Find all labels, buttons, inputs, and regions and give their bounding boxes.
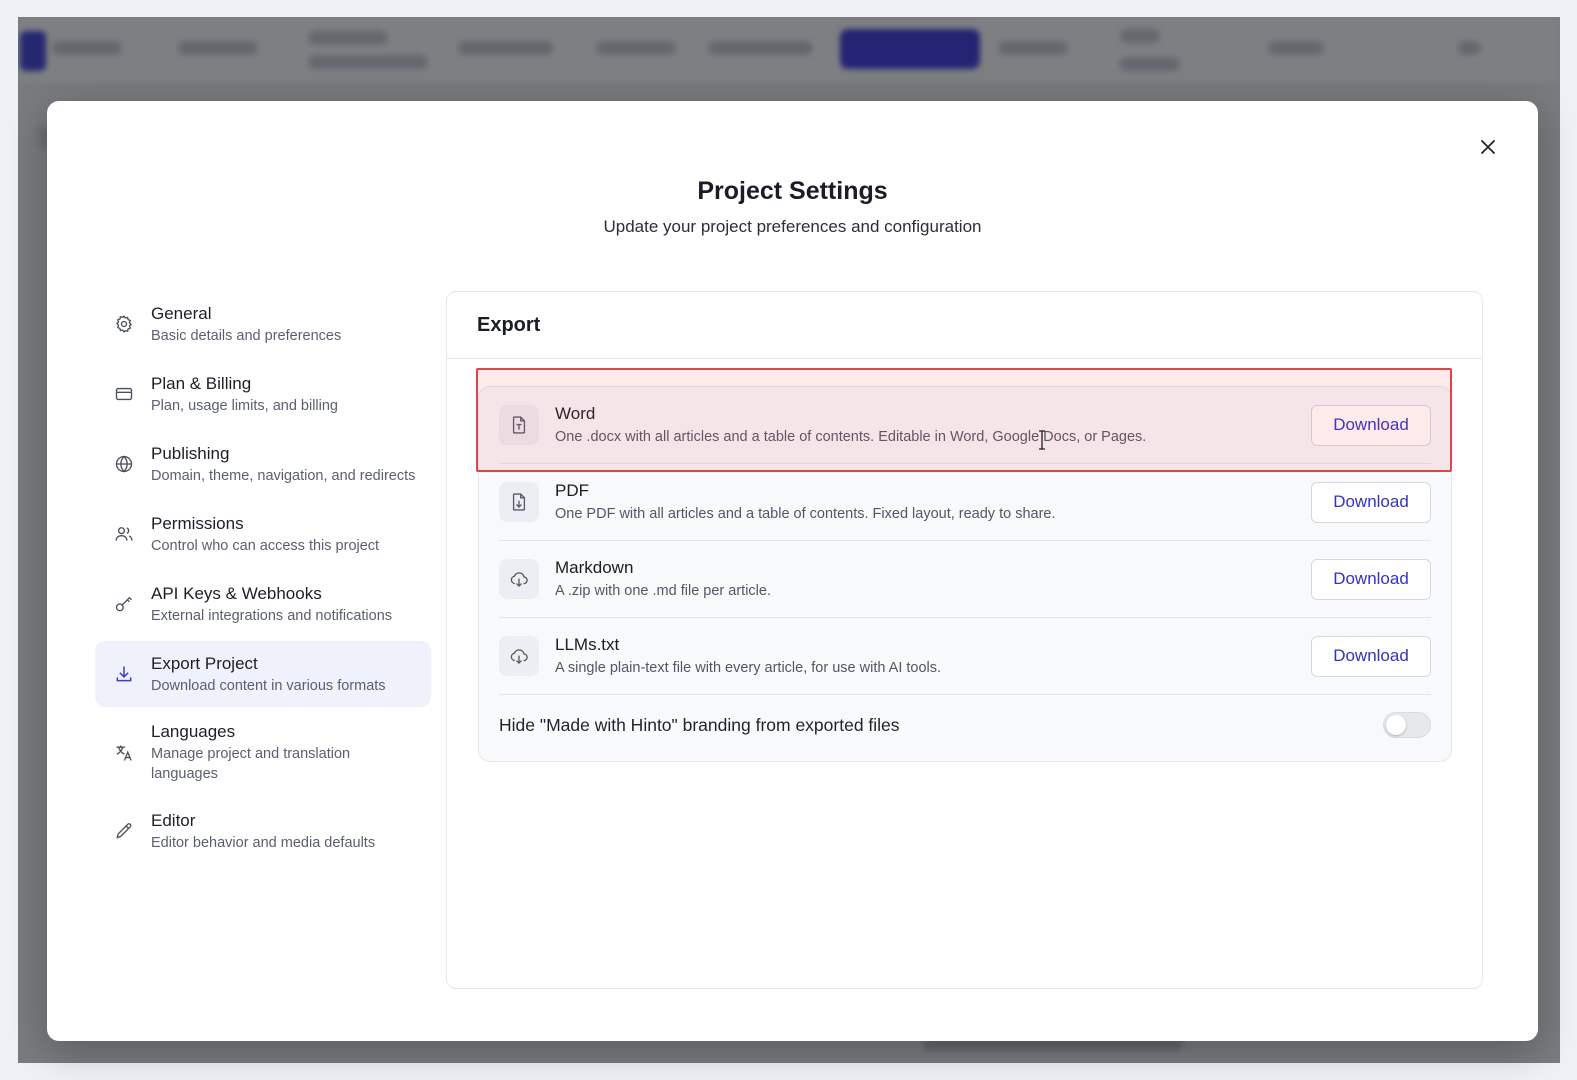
sidebar-item-label: Editor	[151, 810, 196, 830]
sidebar-item-export-project[interactable]: Export Project Download content in vario…	[95, 641, 431, 707]
sidebar-item-description: Basic details and preferences	[151, 327, 342, 344]
export-format-description: A single plain-text file with every arti…	[555, 660, 942, 676]
branding-toggle[interactable]	[1383, 712, 1431, 738]
download-markdown-button[interactable]: Download	[1311, 558, 1431, 600]
export-format-title: LLMs.txt	[555, 635, 620, 654]
sidebar-item-label: Languages	[151, 722, 236, 741]
sidebar-item-label: Publishing	[151, 443, 230, 463]
export-format-title: PDF	[555, 481, 589, 500]
sidebar-item-label: General	[151, 303, 212, 323]
translate-icon	[113, 742, 135, 764]
cloud-download-icon	[499, 636, 539, 676]
sidebar-item-permissions[interactable]: Permissions Control who can access this …	[95, 501, 431, 567]
export-panel: Export Word One .docx with all articles …	[446, 291, 1483, 989]
file-text-icon	[499, 405, 539, 445]
pen-icon	[113, 820, 135, 842]
toggle-knob	[1386, 715, 1406, 735]
sidebar-item-editor[interactable]: Editor Editor behavior and media default…	[95, 798, 431, 864]
sidebar-item-api-keys-webhooks[interactable]: API Keys & Webhooks External integration…	[95, 571, 431, 637]
cloud-download-icon	[499, 559, 539, 599]
modal-subtitle: Update your project preferences and conf…	[603, 217, 982, 236]
sidebar-item-description: Editor behavior and media defaults	[151, 834, 376, 851]
export-row-pdf: PDF One PDF with all articles and a tabl…	[499, 464, 1431, 541]
close-button[interactable]	[1476, 137, 1500, 161]
export-format-title: Markdown	[555, 558, 634, 577]
export-formats-card: Word One .docx with all articles and a t…	[478, 386, 1452, 762]
sidebar-item-description: Manage project and translation languages	[151, 746, 351, 782]
close-icon	[1480, 139, 1496, 160]
project-settings-modal: Project Settings Update your project pre…	[47, 101, 1538, 1041]
download-pdf-button[interactable]: Download	[1311, 481, 1431, 523]
download-icon	[113, 663, 135, 685]
panel-header: Export	[447, 292, 1482, 359]
panel-title: Export	[477, 313, 541, 336]
sidebar-item-label: Export Project	[151, 653, 258, 673]
export-format-description: A .zip with one .md file per article.	[555, 583, 771, 599]
gear-icon	[113, 313, 135, 335]
sidebar-item-plan-billing[interactable]: Plan & Billing Plan, usage limits, and b…	[95, 361, 431, 427]
export-format-title: Word	[555, 404, 596, 423]
sidebar-item-description: Control who can access this project	[151, 537, 380, 554]
settings-sidebar: General Basic details and preferences Pl…	[95, 291, 431, 868]
modal-title: Project Settings	[697, 177, 888, 205]
users-icon	[113, 523, 135, 545]
download-word-button[interactable]: Download	[1311, 404, 1431, 446]
export-format-description: One .docx with all articles and a table …	[555, 429, 1147, 445]
branding-toggle-row: Hide "Made with Hinto" branding from exp…	[499, 695, 1431, 755]
export-row-word: Word One .docx with all articles and a t…	[499, 387, 1431, 464]
sidebar-item-label: Permissions	[151, 513, 244, 533]
sidebar-item-description: External integrations and notifications	[151, 607, 393, 624]
sidebar-item-publishing[interactable]: Publishing Domain, theme, navigation, an…	[95, 431, 431, 497]
export-format-description: One PDF with all articles and a table of…	[555, 506, 1056, 522]
file-download-icon	[499, 482, 539, 522]
sidebar-item-label: API Keys & Webhooks	[151, 583, 322, 603]
sidebar-item-description: Download content in various formats	[151, 677, 386, 694]
credit-card-icon	[113, 383, 135, 405]
export-row-markdown: Markdown A .zip with one .md file per ar…	[499, 541, 1431, 618]
download-llms-txt-button[interactable]: Download	[1311, 635, 1431, 677]
key-icon	[113, 593, 135, 615]
globe-icon	[113, 453, 135, 475]
sidebar-item-label: Plan & Billing	[151, 373, 252, 393]
sidebar-item-languages[interactable]: Languages Manage project and translation…	[95, 711, 431, 794]
sidebar-item-description: Domain, theme, navigation, and redirects	[151, 467, 416, 484]
branding-toggle-label: Hide "Made with Hinto" branding from exp…	[499, 714, 900, 735]
sidebar-item-general[interactable]: General Basic details and preferences	[95, 291, 431, 357]
export-row-llms-txt: LLMs.txt A single plain-text file with e…	[499, 618, 1431, 695]
sidebar-item-description: Plan, usage limits, and billing	[151, 397, 338, 414]
